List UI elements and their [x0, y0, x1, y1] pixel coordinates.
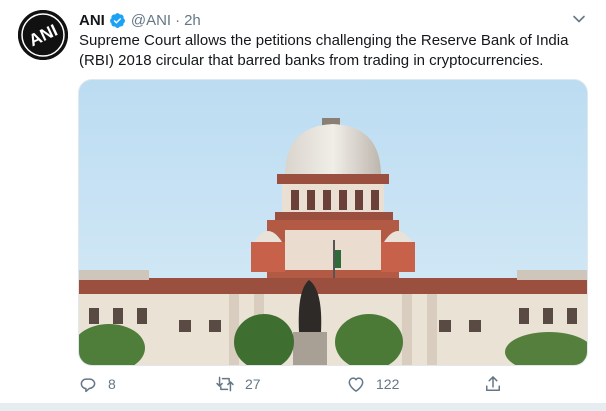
like-icon — [348, 377, 364, 392]
supreme-court-photo — [79, 80, 587, 365]
author-name[interactable]: ANI — [79, 12, 105, 29]
share-icon — [486, 376, 500, 391]
timestamp[interactable]: 2h — [184, 12, 201, 29]
retweet-button[interactable]: 27 — [215, 374, 261, 394]
like-button[interactable]: 122 — [346, 374, 399, 394]
retweet-icon — [216, 376, 234, 392]
tweet-actions: 8 27 122 — [78, 374, 508, 398]
separator-dot: · — [175, 11, 181, 29]
author-handle[interactable]: @ANI — [131, 12, 171, 29]
tweet-text: Supreme Court allows the petitions chall… — [79, 32, 569, 69]
verified-badge-icon — [109, 12, 126, 29]
tweet-header: ANI @ANI · 2h — [79, 10, 201, 30]
tweet-card[interactable]: ANI ANI @ANI · 2h Supreme Court allows t… — [0, 0, 606, 411]
reply-icon — [80, 378, 96, 393]
reply-button[interactable]: 8 — [78, 374, 116, 394]
reply-count: 8 — [108, 376, 116, 392]
ani-logo: ANI — [18, 10, 68, 60]
tweet-image[interactable] — [78, 79, 588, 366]
caret-down-icon[interactable] — [572, 12, 586, 26]
like-count: 122 — [376, 376, 400, 392]
retweet-count: 27 — [245, 376, 261, 392]
divider — [0, 403, 606, 411]
share-button[interactable] — [483, 374, 513, 394]
avatar[interactable]: ANI — [18, 10, 68, 60]
